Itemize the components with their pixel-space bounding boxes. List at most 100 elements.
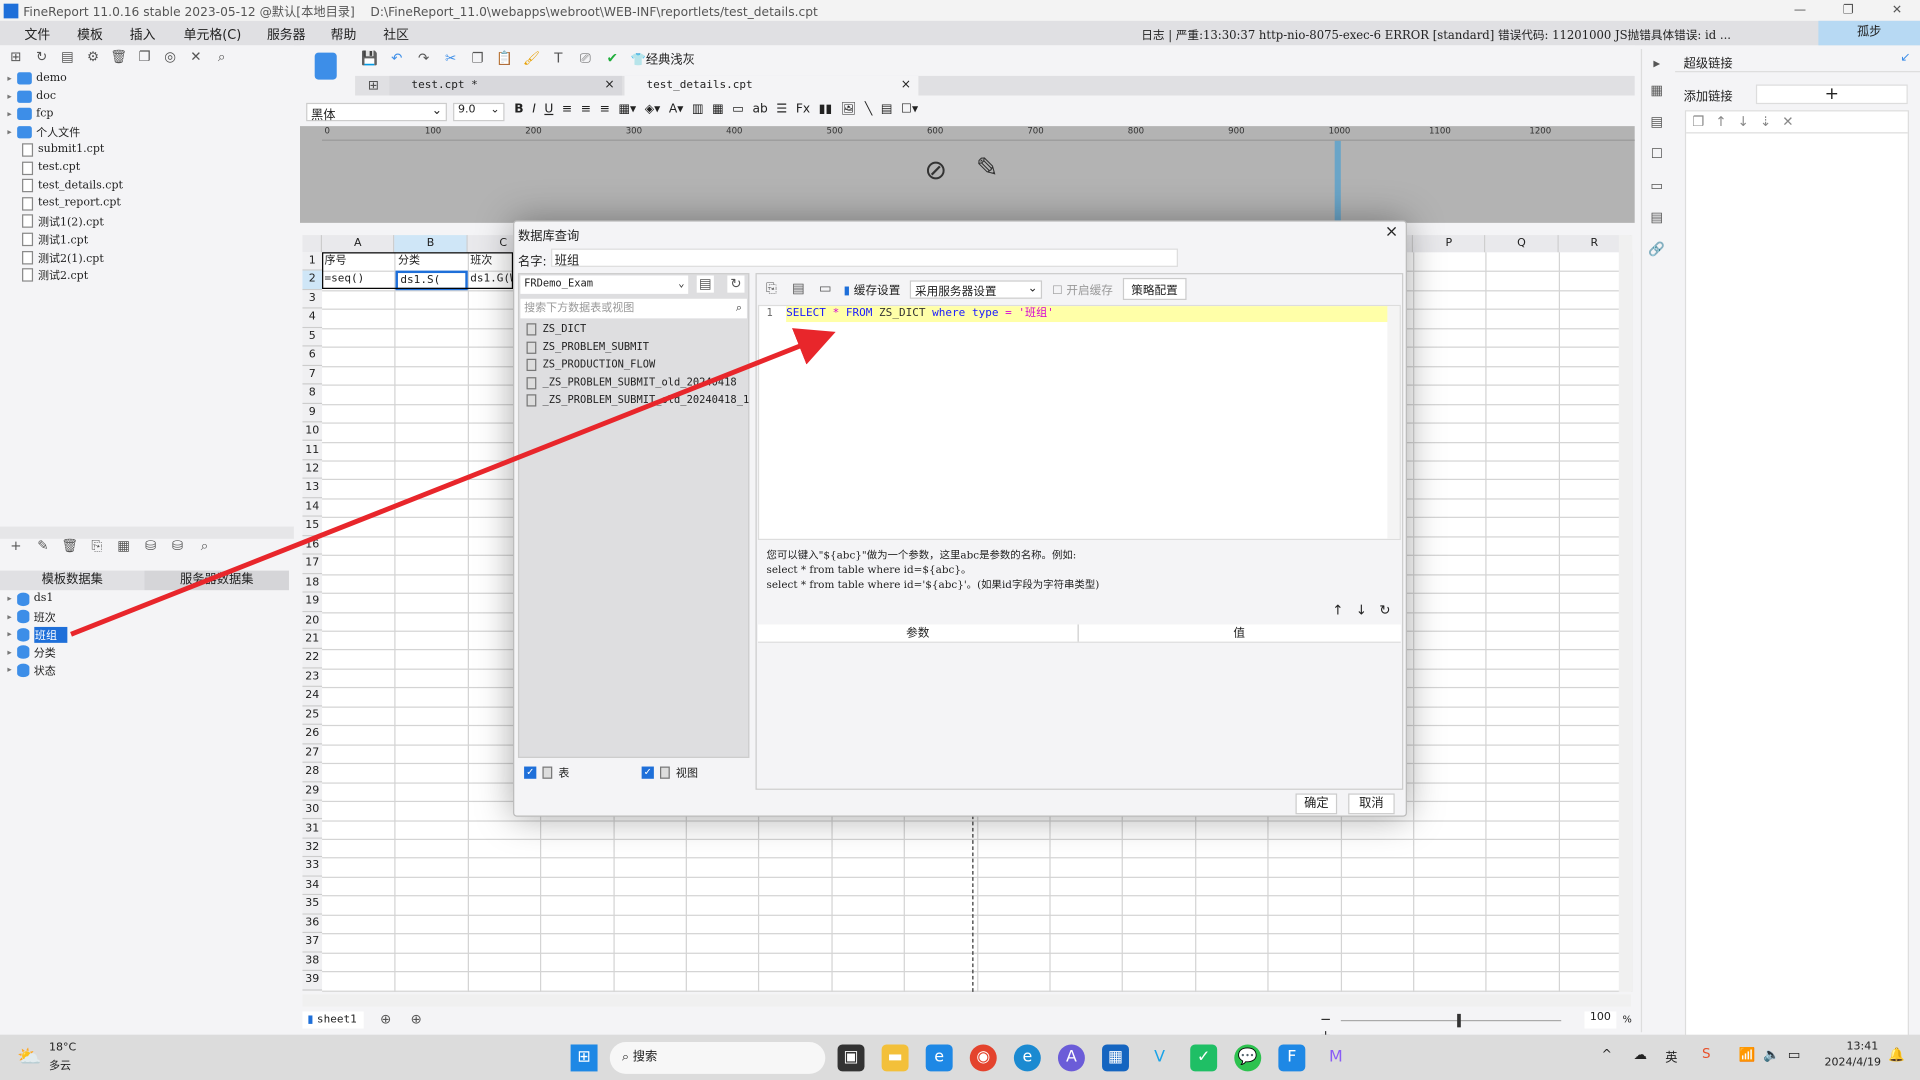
preview-icon[interactable]: ⎚	[577, 50, 594, 67]
row-header[interactable]: 27	[302, 744, 323, 764]
maximize-button[interactable]: ❐	[1843, 4, 1854, 17]
file-tree-item[interactable]: 测试1.cpt	[22, 231, 88, 248]
row-header[interactable]: 35	[302, 895, 323, 915]
delete-icon[interactable]: 🗑	[61, 538, 78, 555]
align-left-icon[interactable]: ≡	[562, 103, 572, 116]
preview-icon[interactable]: ⎘	[88, 538, 105, 555]
dialog-close-button[interactable]: ×	[1385, 223, 1398, 241]
close-window-button[interactable]: ✕	[1892, 4, 1902, 17]
zoom-input[interactable]: 100	[1584, 1011, 1617, 1029]
row-header[interactable]: 13	[302, 479, 323, 499]
image-icon[interactable]: 🖼	[841, 103, 857, 116]
row-header[interactable]: 29	[302, 781, 323, 801]
dataset-item[interactable]: ▸ 分类	[7, 644, 56, 661]
volume-icon[interactable]: 🔈	[1763, 1047, 1780, 1063]
tab-test[interactable]: test.cpt * ×	[389, 75, 623, 96]
table-item[interactable]: _ZS_PROBLEM_SUBMIT_old_20240418_1	[526, 394, 749, 408]
row-header[interactable]: 36	[302, 914, 323, 934]
temperature[interactable]: 18°C	[49, 1042, 76, 1054]
ie-icon[interactable]: e	[925, 1044, 953, 1072]
file-explorer-icon[interactable]: ▬	[881, 1044, 909, 1072]
user-button[interactable]: 孤步	[1818, 20, 1920, 46]
row-header[interactable]: 9	[302, 403, 323, 423]
row-header[interactable]: 15	[302, 517, 323, 537]
undo-icon[interactable]: ↶	[388, 50, 405, 67]
column-header[interactable]: A	[322, 235, 395, 253]
cell-b2-selected[interactable]: ds1.S(	[395, 270, 468, 291]
move-up-icon[interactable]: ↑	[1715, 114, 1726, 130]
rich-text-icon[interactable]: ☰	[776, 103, 787, 116]
row-header[interactable]: 22	[302, 649, 323, 669]
row-header[interactable]: 32	[302, 838, 323, 858]
locate-icon[interactable]: ◎	[162, 49, 179, 66]
menu-server[interactable]: 服务器	[267, 26, 306, 44]
row-header[interactable]: 8	[302, 384, 323, 404]
add-dataset-icon[interactable]: +	[7, 538, 24, 555]
ok-button[interactable]: 确定	[1295, 793, 1338, 815]
sql-editor[interactable]: 1 SELECT * FROM ZS_DICT where type = '班组…	[757, 304, 1401, 541]
menu-insert[interactable]: 插入	[130, 26, 156, 44]
hyperlink-icon[interactable]: 🔗	[1648, 241, 1665, 258]
widget-icon[interactable]: ☐	[1648, 146, 1665, 163]
cut-icon[interactable]: ✂	[442, 50, 459, 67]
add-sheet-icon[interactable]: ⊕	[377, 1011, 394, 1028]
edit-sql-icon[interactable]: ▦	[115, 538, 132, 555]
bold-icon[interactable]: B	[514, 103, 523, 116]
policy-config-button[interactable]: 策略配置	[1122, 277, 1187, 301]
menu-help[interactable]: 帮助	[331, 26, 357, 44]
move-down-icon[interactable]: ↓	[1738, 114, 1749, 130]
slash-icon[interactable]: ╲	[865, 103, 872, 116]
table-item[interactable]: ZS_DICT	[526, 323, 586, 336]
format-painter-icon[interactable]: 🖌	[523, 50, 540, 67]
row-header[interactable]: 34	[302, 876, 323, 896]
column-header[interactable]: Q	[1485, 235, 1559, 253]
expand-arrow-icon[interactable]: ▸	[7, 127, 11, 137]
select-all-corner[interactable]	[302, 235, 323, 253]
file-tree-item[interactable]: test_details.cpt	[22, 177, 123, 194]
clock-time[interactable]: 13:41	[1847, 1041, 1879, 1053]
dataset-item[interactable]: ▸ 班组	[7, 626, 67, 643]
row-header[interactable]: 28	[302, 763, 323, 782]
search-icon[interactable]: ⌕	[213, 49, 230, 66]
template-search-icon[interactable]: T	[550, 50, 567, 67]
menu-file[interactable]: 文件	[24, 26, 50, 44]
expand-arrow-icon[interactable]: ▸	[7, 648, 11, 658]
row-header[interactable]: 33	[302, 857, 323, 877]
expand-arrow-icon[interactable]: ▸	[7, 630, 11, 640]
app-green-icon[interactable]: ✓	[1190, 1044, 1218, 1072]
cell-a2[interactable]: =seq()	[322, 271, 395, 289]
cell-b1[interactable]: 分类	[396, 252, 468, 270]
row-header[interactable]: 14	[302, 498, 323, 518]
minimize-button[interactable]: —	[1794, 4, 1806, 17]
cell-c2[interactable]: ds1.G(W	[468, 271, 513, 289]
cell-a1[interactable]: 序号	[322, 252, 395, 270]
theme-button[interactable]: 👕经典浅灰	[631, 49, 695, 67]
sql-format-icon[interactable]: ▭	[817, 280, 834, 297]
settings-icon[interactable]: ⚙	[84, 49, 101, 66]
expand-arrow-icon[interactable]: ▸	[7, 73, 11, 83]
form-icon[interactable]: ▤	[1648, 209, 1665, 226]
name-input[interactable]: 班组	[551, 248, 1178, 268]
add-form-sheet-icon[interactable]: ⊕	[408, 1011, 425, 1028]
row-header[interactable]: 5	[302, 327, 323, 347]
underline-icon[interactable]: U	[544, 103, 553, 116]
start-icon[interactable]: ⊞	[570, 1044, 598, 1072]
row-header[interactable]: 21	[302, 630, 323, 650]
cache-settings-button[interactable]: ▮ 缓存设置	[844, 280, 901, 297]
notification-icon[interactable]: 🔔	[1888, 1047, 1905, 1063]
collapse-icon[interactable]: ✕	[187, 49, 204, 66]
cancel-button[interactable]: 取消	[1348, 793, 1395, 815]
row-header[interactable]: 10	[302, 422, 323, 442]
border-icon[interactable]: ▦▾	[618, 103, 636, 116]
param-up-icon[interactable]: ↑	[1332, 602, 1343, 618]
tray-expand-icon[interactable]: ^	[1602, 1048, 1612, 1061]
row-header[interactable]: 26	[302, 725, 323, 745]
row-header[interactable]: 6	[302, 346, 323, 366]
link-list[interactable]: ❐ ↑ ↓ ⇣ ✕	[1684, 110, 1909, 1047]
fill-color-icon[interactable]: ◈▾	[645, 103, 661, 116]
row-header[interactable]: 3	[302, 290, 323, 309]
column-header[interactable]: B	[394, 235, 468, 253]
cell-attr-icon[interactable]: ▦	[1648, 82, 1665, 99]
file-tree-item[interactable]: test.cpt	[22, 159, 80, 176]
edit-connection-icon[interactable]: ▤	[696, 275, 714, 293]
